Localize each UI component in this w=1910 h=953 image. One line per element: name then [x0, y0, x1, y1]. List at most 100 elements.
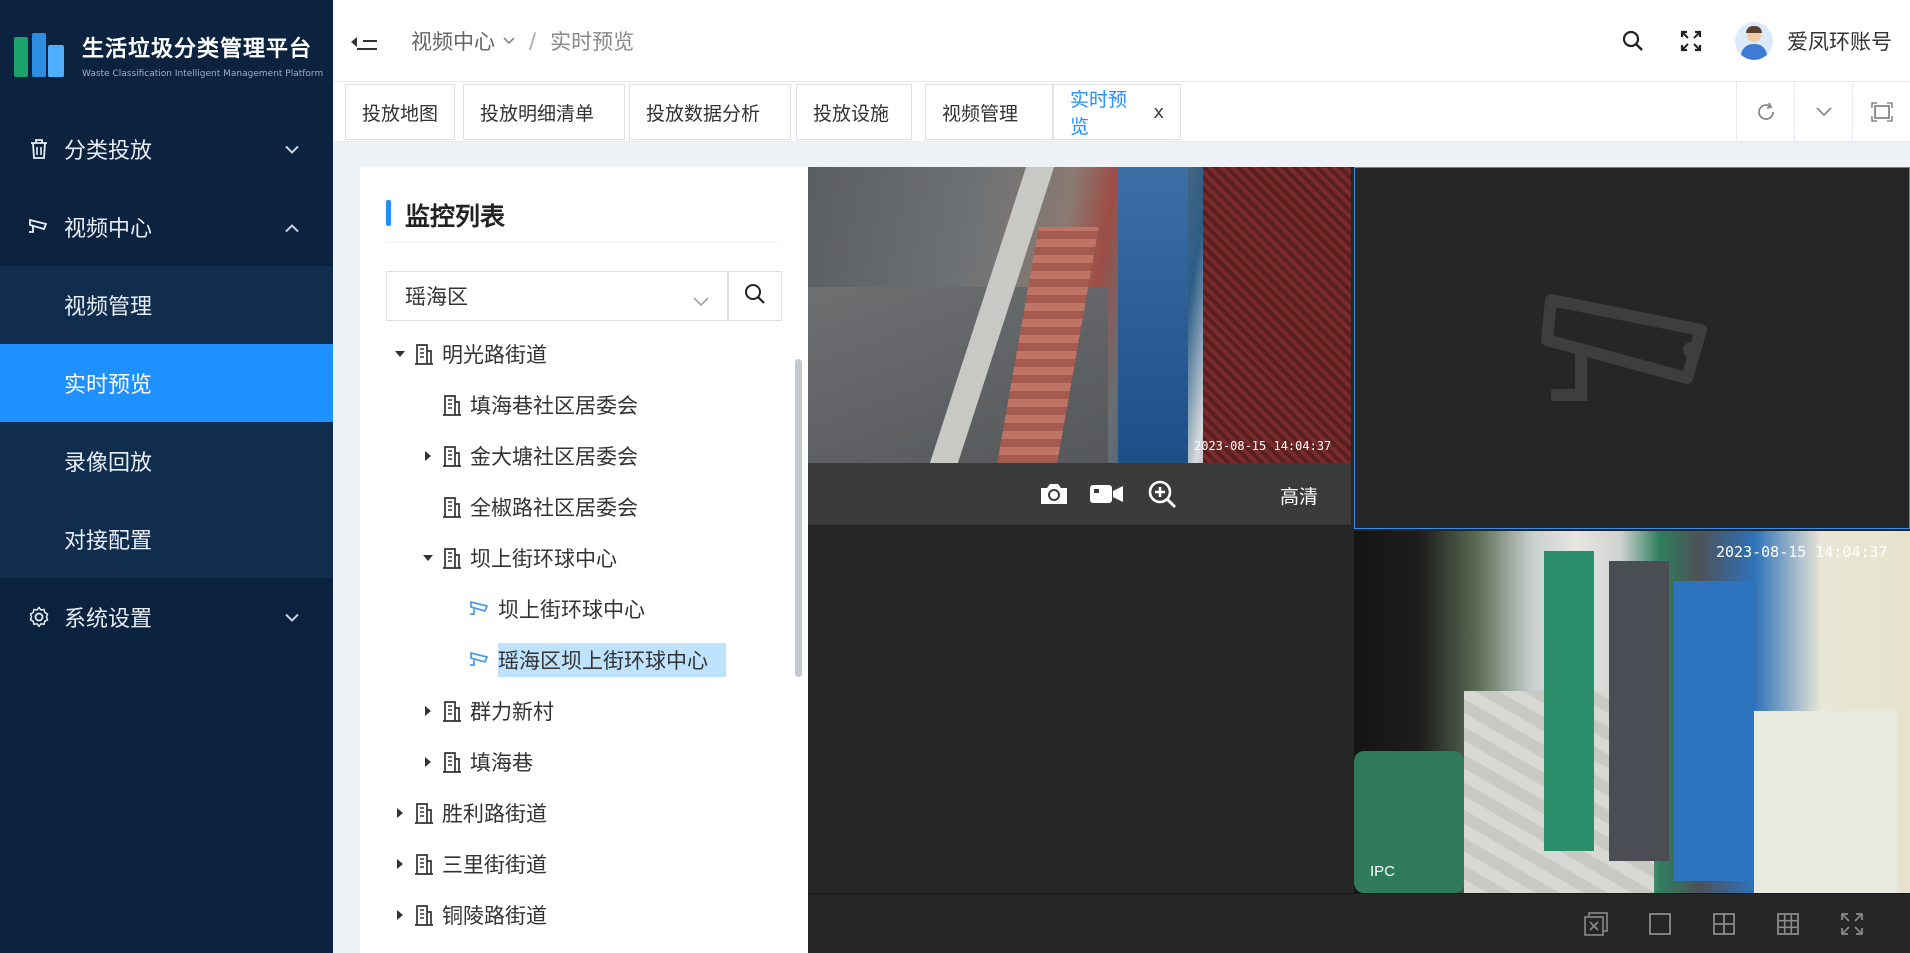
monitor-list-panel: 监控列表 瑶海区 明光路街道填海巷社区居委会金大塘社区居委会全椒路社区居委会坝上… — [360, 167, 808, 953]
video-cell-1[interactable]: 2023-08-15 14:04:37 高清 — [808, 167, 1351, 525]
app-title: 生活垃圾分类管理平台 — [82, 37, 313, 62]
caret-right-icon[interactable] — [418, 756, 438, 768]
record-video-icon[interactable] — [1089, 477, 1125, 511]
chevron-down-icon — [285, 608, 299, 627]
camera-feed-image: 2023-08-15 14:04:37 — [808, 167, 1351, 463]
video-cell-2[interactable] — [1354, 167, 1910, 529]
logo-mark-icon — [14, 31, 66, 79]
sidebar-item-live-preview[interactable]: 实时预览 — [0, 344, 333, 422]
chevron-down-icon[interactable] — [1794, 82, 1852, 142]
chevron-down-icon — [693, 288, 709, 312]
building-icon — [438, 496, 466, 518]
tab-drop-map[interactable]: 投放地图 — [345, 84, 455, 140]
tree-node-label: 明光路街道 — [442, 343, 547, 367]
caret-right-icon[interactable] — [418, 705, 438, 717]
breadcrumb-item-video-center[interactable]: 视频中心 — [411, 26, 495, 56]
tabs-bar: 投放地图 投放明细清单 投放数据分析 投放设施 视频管理 实时预览 x — [333, 82, 1910, 142]
tree-node[interactable]: 胜利路街道 — [390, 794, 547, 832]
tree-node-label: 铜陵路街道 — [442, 904, 547, 928]
sidebar-item-video-center[interactable]: 视频中心 — [0, 188, 333, 266]
building-icon — [410, 853, 438, 875]
trash-icon — [26, 138, 52, 160]
layout-4-icon[interactable] — [1708, 908, 1740, 940]
layout-9-icon[interactable] — [1772, 908, 1804, 940]
tree-node-label: 金大塘社区居委会 — [470, 445, 638, 469]
tab-drop-analysis[interactable]: 投放数据分析 — [629, 84, 791, 140]
tab-live-preview[interactable]: 实时预览 x — [1053, 84, 1181, 140]
tree-node-label: 坝上街环球中心 — [498, 598, 645, 622]
tree-node[interactable]: 全椒路社区居委会 — [418, 488, 638, 526]
search-button[interactable] — [728, 271, 782, 321]
sidebar-item-classification[interactable]: 分类投放 — [0, 110, 333, 188]
camera-placeholder-icon — [1541, 280, 1711, 414]
video-grid: 2023-08-15 14:04:37 高清 2023-08-15 14:04:… — [808, 167, 1910, 953]
tree-node[interactable]: 坝上街环球中心 — [418, 539, 617, 577]
close-tab-icon[interactable]: x — [1153, 102, 1164, 123]
tree-scrollbar[interactable] — [795, 359, 802, 677]
refresh-icon[interactable] — [1736, 82, 1794, 142]
caret-down-icon[interactable] — [390, 350, 410, 358]
tree-node-label: 胜利路街道 — [442, 802, 547, 826]
video-cell-3[interactable] — [808, 529, 1351, 893]
tab-label: 视频管理 — [942, 102, 1019, 125]
caret-right-icon[interactable] — [418, 450, 438, 462]
camera-timestamp: 2023-08-15 14:04:37 — [1194, 439, 1332, 453]
building-icon — [438, 751, 466, 773]
close-all-icon[interactable] — [1580, 908, 1612, 940]
tab-label: 投放数据分析 — [646, 102, 761, 125]
tree-node[interactable]: 金大塘社区居委会 — [418, 437, 638, 475]
tree-node-label: 瑶海区坝上街环球中心 — [498, 643, 726, 677]
tree-node[interactable]: 三里街街道 — [390, 845, 547, 883]
collapse-menu-icon[interactable] — [351, 29, 379, 53]
sidebar-item-video-management[interactable]: 视频管理 — [0, 266, 333, 344]
search-icon — [743, 282, 767, 310]
snapshot-camera-icon[interactable] — [1036, 477, 1072, 511]
tab-drop-details[interactable]: 投放明细清单 — [463, 84, 625, 140]
zoom-in-icon[interactable] — [1144, 477, 1180, 511]
district-select[interactable]: 瑶海区 — [386, 271, 728, 321]
tree-node[interactable]: 铜陵路街道 — [390, 896, 547, 934]
sidebar-item-integration[interactable]: 对接配置 — [0, 500, 333, 578]
building-icon — [438, 445, 466, 467]
username[interactable]: 爱凤环账号 — [1787, 26, 1892, 56]
tree-node[interactable]: 填海巷 — [418, 743, 533, 781]
caret-right-icon[interactable] — [390, 807, 410, 819]
caret-down-icon[interactable] — [418, 554, 438, 562]
building-icon — [410, 802, 438, 824]
panel-title-text: 监控列表 — [405, 202, 506, 231]
quality-toggle[interactable]: 高清 — [1280, 482, 1318, 509]
fullscreen-icon[interactable] — [1671, 21, 1711, 61]
camera-feed-image: 2023-08-15 14:04:37 IPC — [1354, 531, 1910, 893]
panel-title: 监控列表 — [386, 197, 780, 243]
tree-node-label: 群力新村 — [470, 700, 554, 724]
logo: 生活垃圾分类管理平台 Waste Classification Intellig… — [0, 0, 333, 110]
tab-label: 实时预览 — [1070, 89, 1128, 138]
caret-right-icon[interactable] — [390, 909, 410, 921]
tree-node-label: 填海巷 — [470, 751, 533, 775]
tree-node[interactable]: 瑶海区坝上街环球中心 — [446, 641, 726, 679]
tab-facilities[interactable]: 投放设施 — [796, 84, 912, 140]
tree-node[interactable]: 坝上街环球中心 — [446, 590, 645, 628]
chevron-up-icon — [285, 218, 299, 237]
tree-node[interactable]: 群力新村 — [418, 692, 554, 730]
tree-node-label: 坝上街环球中心 — [470, 547, 617, 571]
video-layout-toolbar — [808, 893, 1910, 953]
avatar[interactable] — [1735, 22, 1773, 60]
maximize-icon[interactable] — [1852, 82, 1910, 142]
layout-1-icon[interactable] — [1644, 908, 1676, 940]
breadcrumb: 视频中心 / 实时预览 — [411, 26, 634, 56]
video-cell-4[interactable]: 2023-08-15 14:04:37 IPC — [1354, 531, 1910, 893]
tree-node[interactable]: 填海巷社区居委会 — [418, 386, 638, 424]
building-icon — [438, 547, 466, 569]
fullscreen-icon[interactable] — [1836, 908, 1868, 940]
building-icon — [410, 904, 438, 926]
camera-icon — [26, 217, 52, 237]
sidebar-item-system-settings[interactable]: 系统设置 — [0, 578, 333, 656]
search-icon[interactable] — [1613, 21, 1653, 61]
sidebar-item-playback[interactable]: 录像回放 — [0, 422, 333, 500]
gear-icon — [26, 606, 52, 628]
caret-right-icon[interactable] — [390, 858, 410, 870]
sidebar-item-label: 分类投放 — [64, 139, 153, 164]
tab-video-management[interactable]: 视频管理 — [925, 84, 1053, 140]
tree-node[interactable]: 明光路街道 — [390, 335, 547, 373]
